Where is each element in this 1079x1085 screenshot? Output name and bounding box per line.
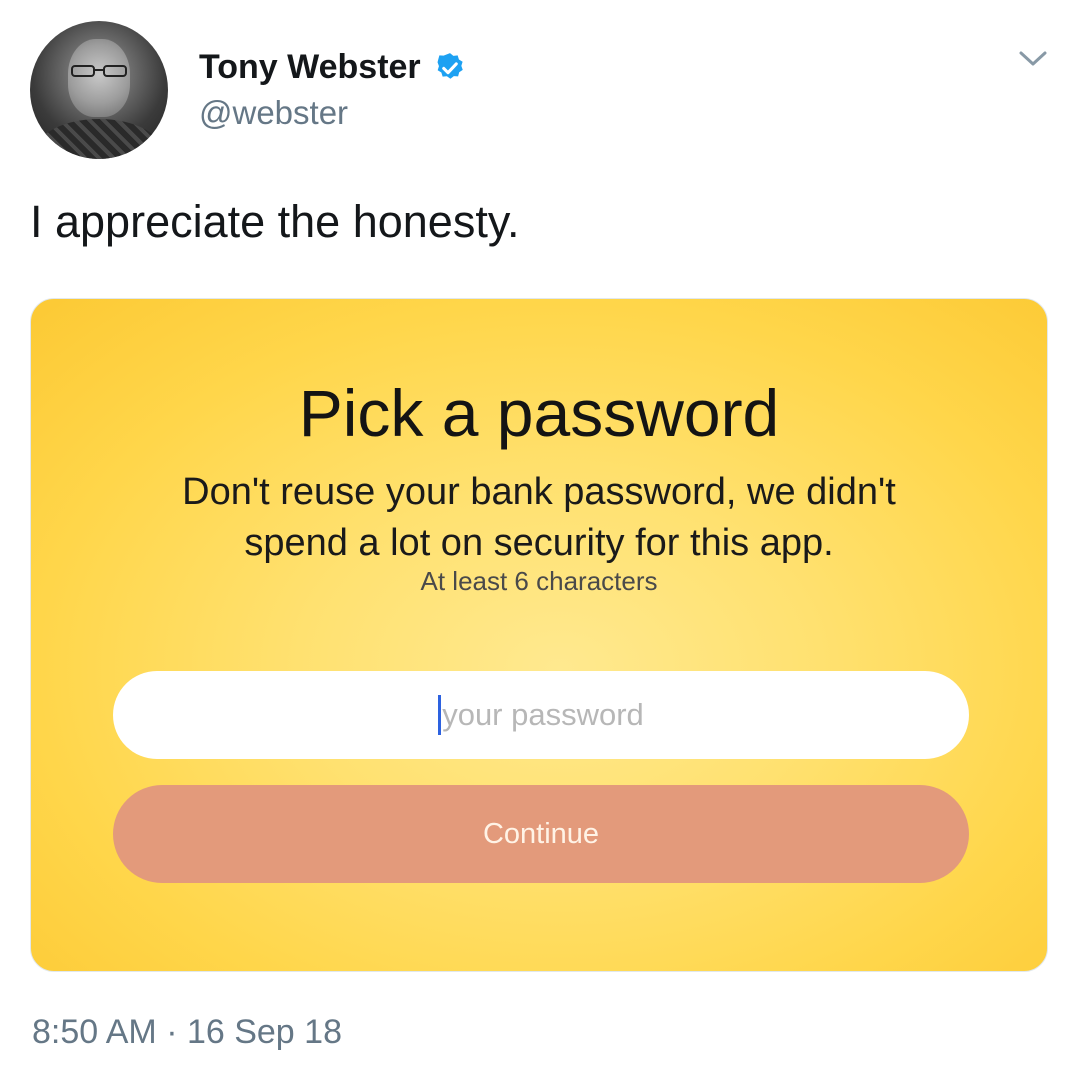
password-hint: At least 6 characters xyxy=(420,566,658,596)
tweet-text: I appreciate the honesty. xyxy=(30,196,520,247)
card-subtitle: Don't reuse your bank password, we didn'… xyxy=(31,467,1047,569)
card-subtitle-line-1: Don't reuse your bank password, we didn'… xyxy=(182,471,896,513)
author-handle[interactable]: @webster xyxy=(199,94,348,132)
continue-button[interactable]: Continue xyxy=(113,785,969,883)
card-title: Pick a password xyxy=(298,376,780,450)
avatar-shoulders xyxy=(34,119,164,159)
card-subtitle-line-2: spend a lot on security for this app. xyxy=(244,522,834,564)
tweet-timestamp[interactable]: 8:50 AM · 16 Sep 18 xyxy=(32,1013,342,1052)
chevron-down-icon[interactable] xyxy=(1018,48,1048,70)
password-placeholder: your password xyxy=(442,697,644,732)
password-input[interactable]: your password xyxy=(113,671,969,759)
author-name[interactable]: Tony Webster xyxy=(199,48,421,87)
author-name-row: Tony Webster xyxy=(199,48,467,87)
text-caret xyxy=(438,695,442,735)
tweet-image[interactable]: Pick a password Don't reuse your bank pa… xyxy=(30,298,1048,972)
author-avatar[interactable] xyxy=(30,21,168,159)
continue-button-label: Continue xyxy=(482,817,600,850)
verified-badge-icon xyxy=(437,52,463,79)
avatar-glasses xyxy=(71,65,127,77)
avatar-face xyxy=(68,39,130,117)
